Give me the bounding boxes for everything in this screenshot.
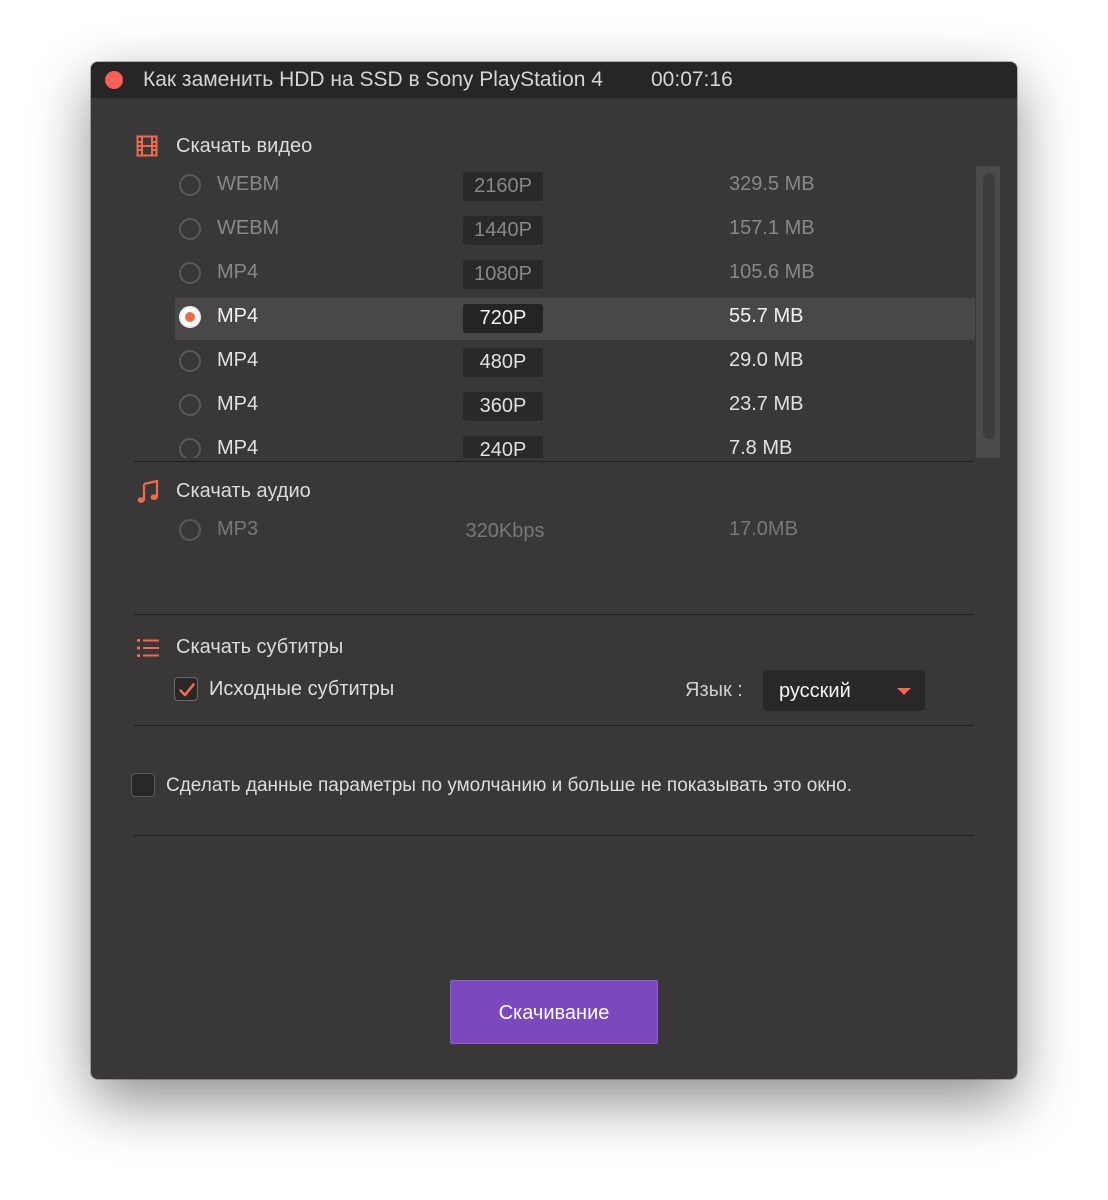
format-radio[interactable] bbox=[179, 350, 201, 372]
file-size: 55.7 MB bbox=[729, 305, 804, 327]
file-size: 29.0 MB bbox=[729, 349, 804, 371]
audio-bitrate: 320Kbps bbox=[465, 520, 545, 542]
file-size: 329.5 MB bbox=[729, 173, 815, 195]
divider bbox=[134, 614, 974, 615]
divider bbox=[134, 835, 974, 836]
subtitles-section-title: Скачать субтитры bbox=[176, 636, 344, 658]
video-option-row[interactable]: MP4 480P 29.0 MB bbox=[175, 342, 975, 384]
resolution-badge: 2160P bbox=[463, 172, 543, 201]
file-size: 105.6 MB bbox=[729, 261, 815, 283]
divider bbox=[134, 461, 974, 462]
divider bbox=[134, 725, 974, 726]
audio-option-row[interactable]: MP3 320Kbps 17.0MB bbox=[175, 511, 975, 553]
format-radio[interactable] bbox=[179, 174, 201, 196]
language-select[interactable]: русский bbox=[763, 670, 925, 711]
audio-format-radio[interactable] bbox=[179, 519, 201, 541]
video-option-row[interactable]: WEBM 1440P 157.1 MB bbox=[175, 210, 975, 252]
file-size: 7.8 MB bbox=[729, 437, 793, 458]
film-icon bbox=[136, 135, 158, 157]
set-default-label: Сделать данные параметры по умолчанию и … bbox=[166, 775, 852, 796]
list-icon bbox=[137, 639, 159, 657]
format-name: MP4 bbox=[217, 261, 259, 283]
download-button[interactable]: Скачивание bbox=[450, 980, 658, 1044]
original-subtitles-checkbox[interactable] bbox=[174, 677, 198, 701]
scrollbar-thumb[interactable] bbox=[983, 173, 995, 439]
format-radio[interactable] bbox=[179, 438, 201, 458]
language-label: Язык : bbox=[685, 679, 743, 701]
format-radio-selected[interactable] bbox=[179, 306, 201, 328]
format-name: WEBM bbox=[217, 173, 280, 195]
resolution-badge: 480P bbox=[463, 348, 543, 377]
audio-format-name: MP3 bbox=[217, 518, 259, 540]
original-subtitles-label: Исходные субтитры bbox=[209, 678, 395, 700]
file-size: 157.1 MB bbox=[729, 217, 815, 239]
resolution-badge: 240P bbox=[463, 436, 543, 458]
format-name: MP4 bbox=[217, 393, 259, 415]
resolution-badge: 1440P bbox=[463, 216, 543, 245]
close-window-button[interactable] bbox=[105, 71, 123, 89]
checkmark-icon bbox=[179, 683, 195, 697]
format-radio[interactable] bbox=[179, 262, 201, 284]
video-section-title: Скачать видео bbox=[176, 135, 313, 157]
audio-section-title: Скачать аудио bbox=[176, 480, 311, 502]
download-dialog: Как заменить HDD на SSD в Sony PlayStati… bbox=[91, 62, 1017, 1079]
format-name: WEBM bbox=[217, 217, 280, 239]
audio-file-size: 17.0MB bbox=[729, 518, 798, 540]
music-note-icon bbox=[137, 480, 159, 503]
video-duration: 00:07:16 bbox=[651, 68, 733, 91]
video-option-row[interactable]: MP4 360P 23.7 MB bbox=[175, 386, 975, 428]
video-option-row[interactable]: MP4 240P 7.8 MB bbox=[175, 430, 975, 458]
format-name: MP4 bbox=[217, 349, 259, 371]
format-name: MP4 bbox=[217, 437, 259, 458]
set-default-checkbox[interactable] bbox=[131, 773, 155, 797]
video-list-scrollbar[interactable] bbox=[976, 166, 1000, 458]
video-option-row-selected[interactable]: MP4 720P 55.7 MB bbox=[175, 298, 975, 340]
file-size: 23.7 MB bbox=[729, 393, 804, 415]
title-bar: Как заменить HDD на SSD в Sony PlayStati… bbox=[91, 62, 1017, 98]
video-option-row[interactable]: WEBM 2160P 329.5 MB bbox=[175, 166, 975, 208]
video-option-row[interactable]: MP4 1080P 105.6 MB bbox=[175, 254, 975, 296]
resolution-badge: 360P bbox=[463, 392, 543, 421]
format-name: MP4 bbox=[217, 305, 259, 327]
resolution-badge: 1080P bbox=[463, 260, 543, 289]
dropdown-arrow-icon bbox=[897, 688, 911, 695]
video-title: Как заменить HDD на SSD в Sony PlayStati… bbox=[143, 68, 603, 91]
resolution-badge: 720P bbox=[463, 304, 543, 333]
language-value: русский bbox=[779, 680, 851, 702]
video-format-list: WEBM 2160P 329.5 MB WEBM 1440P 157.1 MB … bbox=[175, 166, 975, 458]
format-radio[interactable] bbox=[179, 394, 201, 416]
format-radio[interactable] bbox=[179, 218, 201, 240]
